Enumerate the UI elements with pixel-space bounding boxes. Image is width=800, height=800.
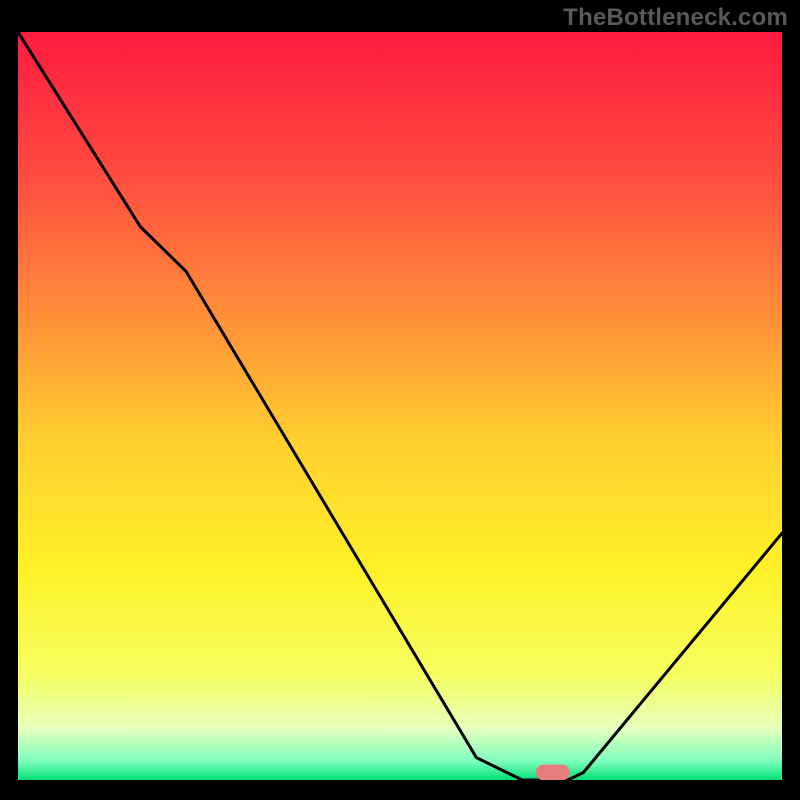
gradient-background bbox=[18, 32, 782, 780]
chart-svg bbox=[18, 32, 782, 780]
plot-area bbox=[18, 32, 782, 780]
optimum-marker bbox=[536, 765, 570, 781]
chart-container: TheBottleneck.com bbox=[0, 0, 800, 800]
watermark-text: TheBottleneck.com bbox=[563, 4, 788, 32]
